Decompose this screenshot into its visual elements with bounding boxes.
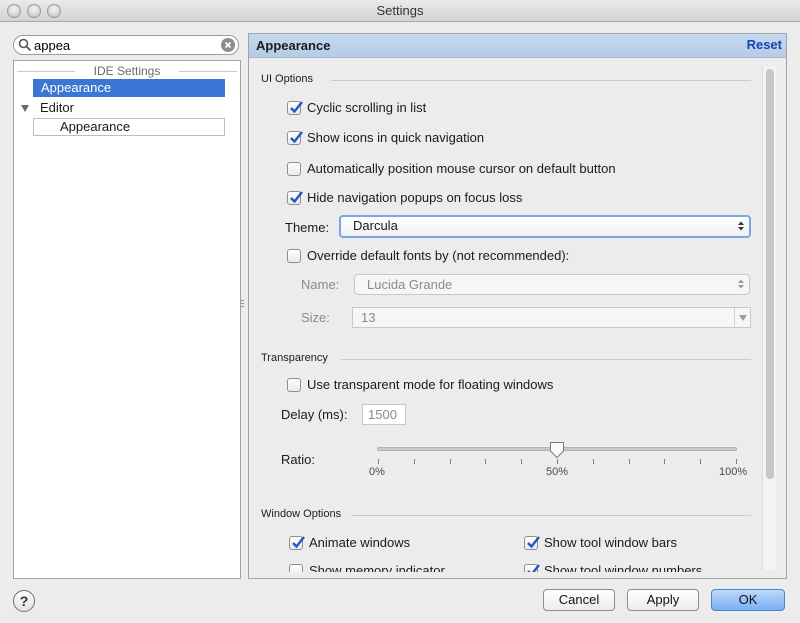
checkbox-label: Override default fonts by (not recommend… (307, 248, 570, 263)
search-input[interactable] (34, 37, 214, 53)
tree-group-header: IDE Settings (14, 63, 240, 79)
section-transparency: Transparency (261, 352, 751, 364)
chevron-down-icon[interactable] (734, 308, 750, 327)
tree-item-editor-appearance[interactable]: Appearance (33, 118, 225, 136)
slider-tick (557, 459, 558, 464)
checkbox-checked[interactable] (287, 101, 303, 115)
hide-popups-checkbox[interactable]: Hide navigation popups on focus loss (287, 189, 522, 207)
clipped-row: Show memory indicator Show tool window n… (249, 562, 759, 572)
delay-value: 1500 (368, 407, 397, 422)
checkbox-label: Use transparent mode for floating window… (307, 377, 554, 392)
checkbox-label: Animate windows (309, 535, 411, 550)
theme-select[interactable]: Darcula (339, 215, 751, 238)
title-bar: Settings (0, 0, 800, 22)
checkbox-unchecked[interactable] (289, 564, 303, 572)
checkbox-label: Hide navigation popups on focus loss (307, 190, 523, 205)
checkbox-label: Show memory indicator (309, 563, 445, 572)
checkbox-checked[interactable] (287, 131, 303, 145)
auto-position-checkbox[interactable]: Automatically position mouse cursor on d… (287, 160, 616, 178)
window-title: Settings (376, 3, 424, 18)
tick-label-mid: 50% (546, 466, 569, 478)
tree-item-editor[interactable]: Editor (18, 99, 218, 117)
font-size-combo[interactable]: 13 (352, 307, 751, 328)
updown-arrow-icon (738, 221, 744, 231)
panel-scrollbar[interactable] (762, 66, 776, 570)
apply-button[interactable]: Apply (627, 589, 699, 611)
tick-label-min: 0% (369, 466, 385, 478)
theme-value: Darcula (353, 218, 398, 233)
ratio-label: Ratio: (281, 452, 315, 467)
section-header: UI Options (261, 73, 313, 85)
scrollbar-thumb[interactable] (766, 69, 774, 479)
tree-item-label: Editor (40, 100, 74, 115)
checkbox-unchecked[interactable] (287, 378, 301, 392)
checkbox-label: Automatically position mouse cursor on d… (307, 161, 616, 176)
checkbox-label: Show tool window bars (544, 535, 677, 550)
show-tool-window-numbers-checkbox[interactable]: Show tool window numbers (524, 562, 702, 572)
checkbox-checked[interactable] (289, 536, 305, 550)
section-header: Transparency (261, 352, 328, 364)
checkbox-label: Show tool window numbers (544, 563, 703, 572)
section-ui-options: UI Options (261, 73, 751, 85)
panel-title: Appearance (256, 38, 331, 53)
cancel-button[interactable]: Cancel (543, 589, 615, 611)
show-memory-indicator-checkbox[interactable]: Show memory indicator (289, 562, 445, 572)
delay-input[interactable]: 1500 (362, 404, 406, 425)
cyclic-scrolling-checkbox[interactable]: Cyclic scrolling in list (287, 99, 426, 117)
checkbox-unchecked[interactable] (287, 249, 301, 263)
override-fonts-checkbox[interactable]: Override default fonts by (not recommend… (287, 247, 569, 265)
slider-tick (628, 459, 630, 464)
close-window-icon[interactable] (7, 4, 21, 18)
settings-panel: Appearance Reset UI Options Cyclic scrol… (248, 33, 787, 579)
ok-button[interactable]: OK (711, 589, 785, 611)
theme-label: Theme: (285, 220, 330, 235)
splitter-handle[interactable] (240, 300, 244, 314)
slider-tick (449, 459, 451, 464)
slider-tick (592, 459, 594, 464)
reset-link[interactable]: Reset (747, 37, 782, 52)
show-icons-checkbox[interactable]: Show icons in quick navigation (287, 129, 484, 147)
animate-windows-checkbox[interactable]: Animate windows (289, 534, 410, 552)
slider-tick (413, 459, 415, 464)
help-button[interactable]: ? (13, 590, 35, 612)
slider-tick (664, 459, 666, 464)
slider-tick (378, 459, 379, 464)
clear-search-icon[interactable] (221, 38, 235, 52)
search-icon (18, 38, 32, 52)
slider-tick (521, 459, 523, 464)
checkbox-unchecked[interactable] (287, 162, 301, 176)
font-name-label: Name: (301, 277, 340, 292)
checkbox-checked[interactable] (524, 564, 540, 572)
tree-item-appearance[interactable]: Appearance (33, 79, 225, 97)
font-name-select[interactable]: Lucida Grande (354, 274, 750, 295)
slider-tick (736, 459, 737, 464)
zoom-window-icon[interactable] (47, 4, 61, 18)
checkbox-label: Show icons in quick navigation (307, 130, 485, 145)
updown-arrow-icon (738, 279, 744, 289)
search-box[interactable] (13, 35, 239, 55)
font-name-value: Lucida Grande (367, 277, 453, 292)
section-window-options: Window Options (261, 508, 751, 520)
checkbox-checked[interactable] (524, 536, 540, 550)
show-tool-window-bars-checkbox[interactable]: Show tool window bars (524, 534, 677, 552)
panel-header: Appearance Reset (249, 34, 786, 58)
expand-triangle-icon[interactable] (21, 105, 29, 112)
slider-tick (700, 459, 702, 464)
minimize-window-icon[interactable] (27, 4, 41, 18)
font-size-label: Size: (301, 310, 330, 325)
font-size-value: 13 (361, 310, 376, 325)
delay-label: Delay (ms): (281, 407, 348, 422)
checkbox-label: Cyclic scrolling in list (307, 100, 427, 115)
section-header: Window Options (261, 508, 342, 520)
settings-tree: IDE Settings Appearance Editor Appearanc… (13, 60, 241, 579)
tick-label-max: 100% (719, 466, 748, 478)
ratio-slider-knob[interactable] (549, 441, 565, 459)
slider-tick (485, 459, 487, 464)
transparent-mode-checkbox[interactable]: Use transparent mode for floating window… (287, 376, 553, 394)
checkbox-checked[interactable] (287, 191, 303, 205)
